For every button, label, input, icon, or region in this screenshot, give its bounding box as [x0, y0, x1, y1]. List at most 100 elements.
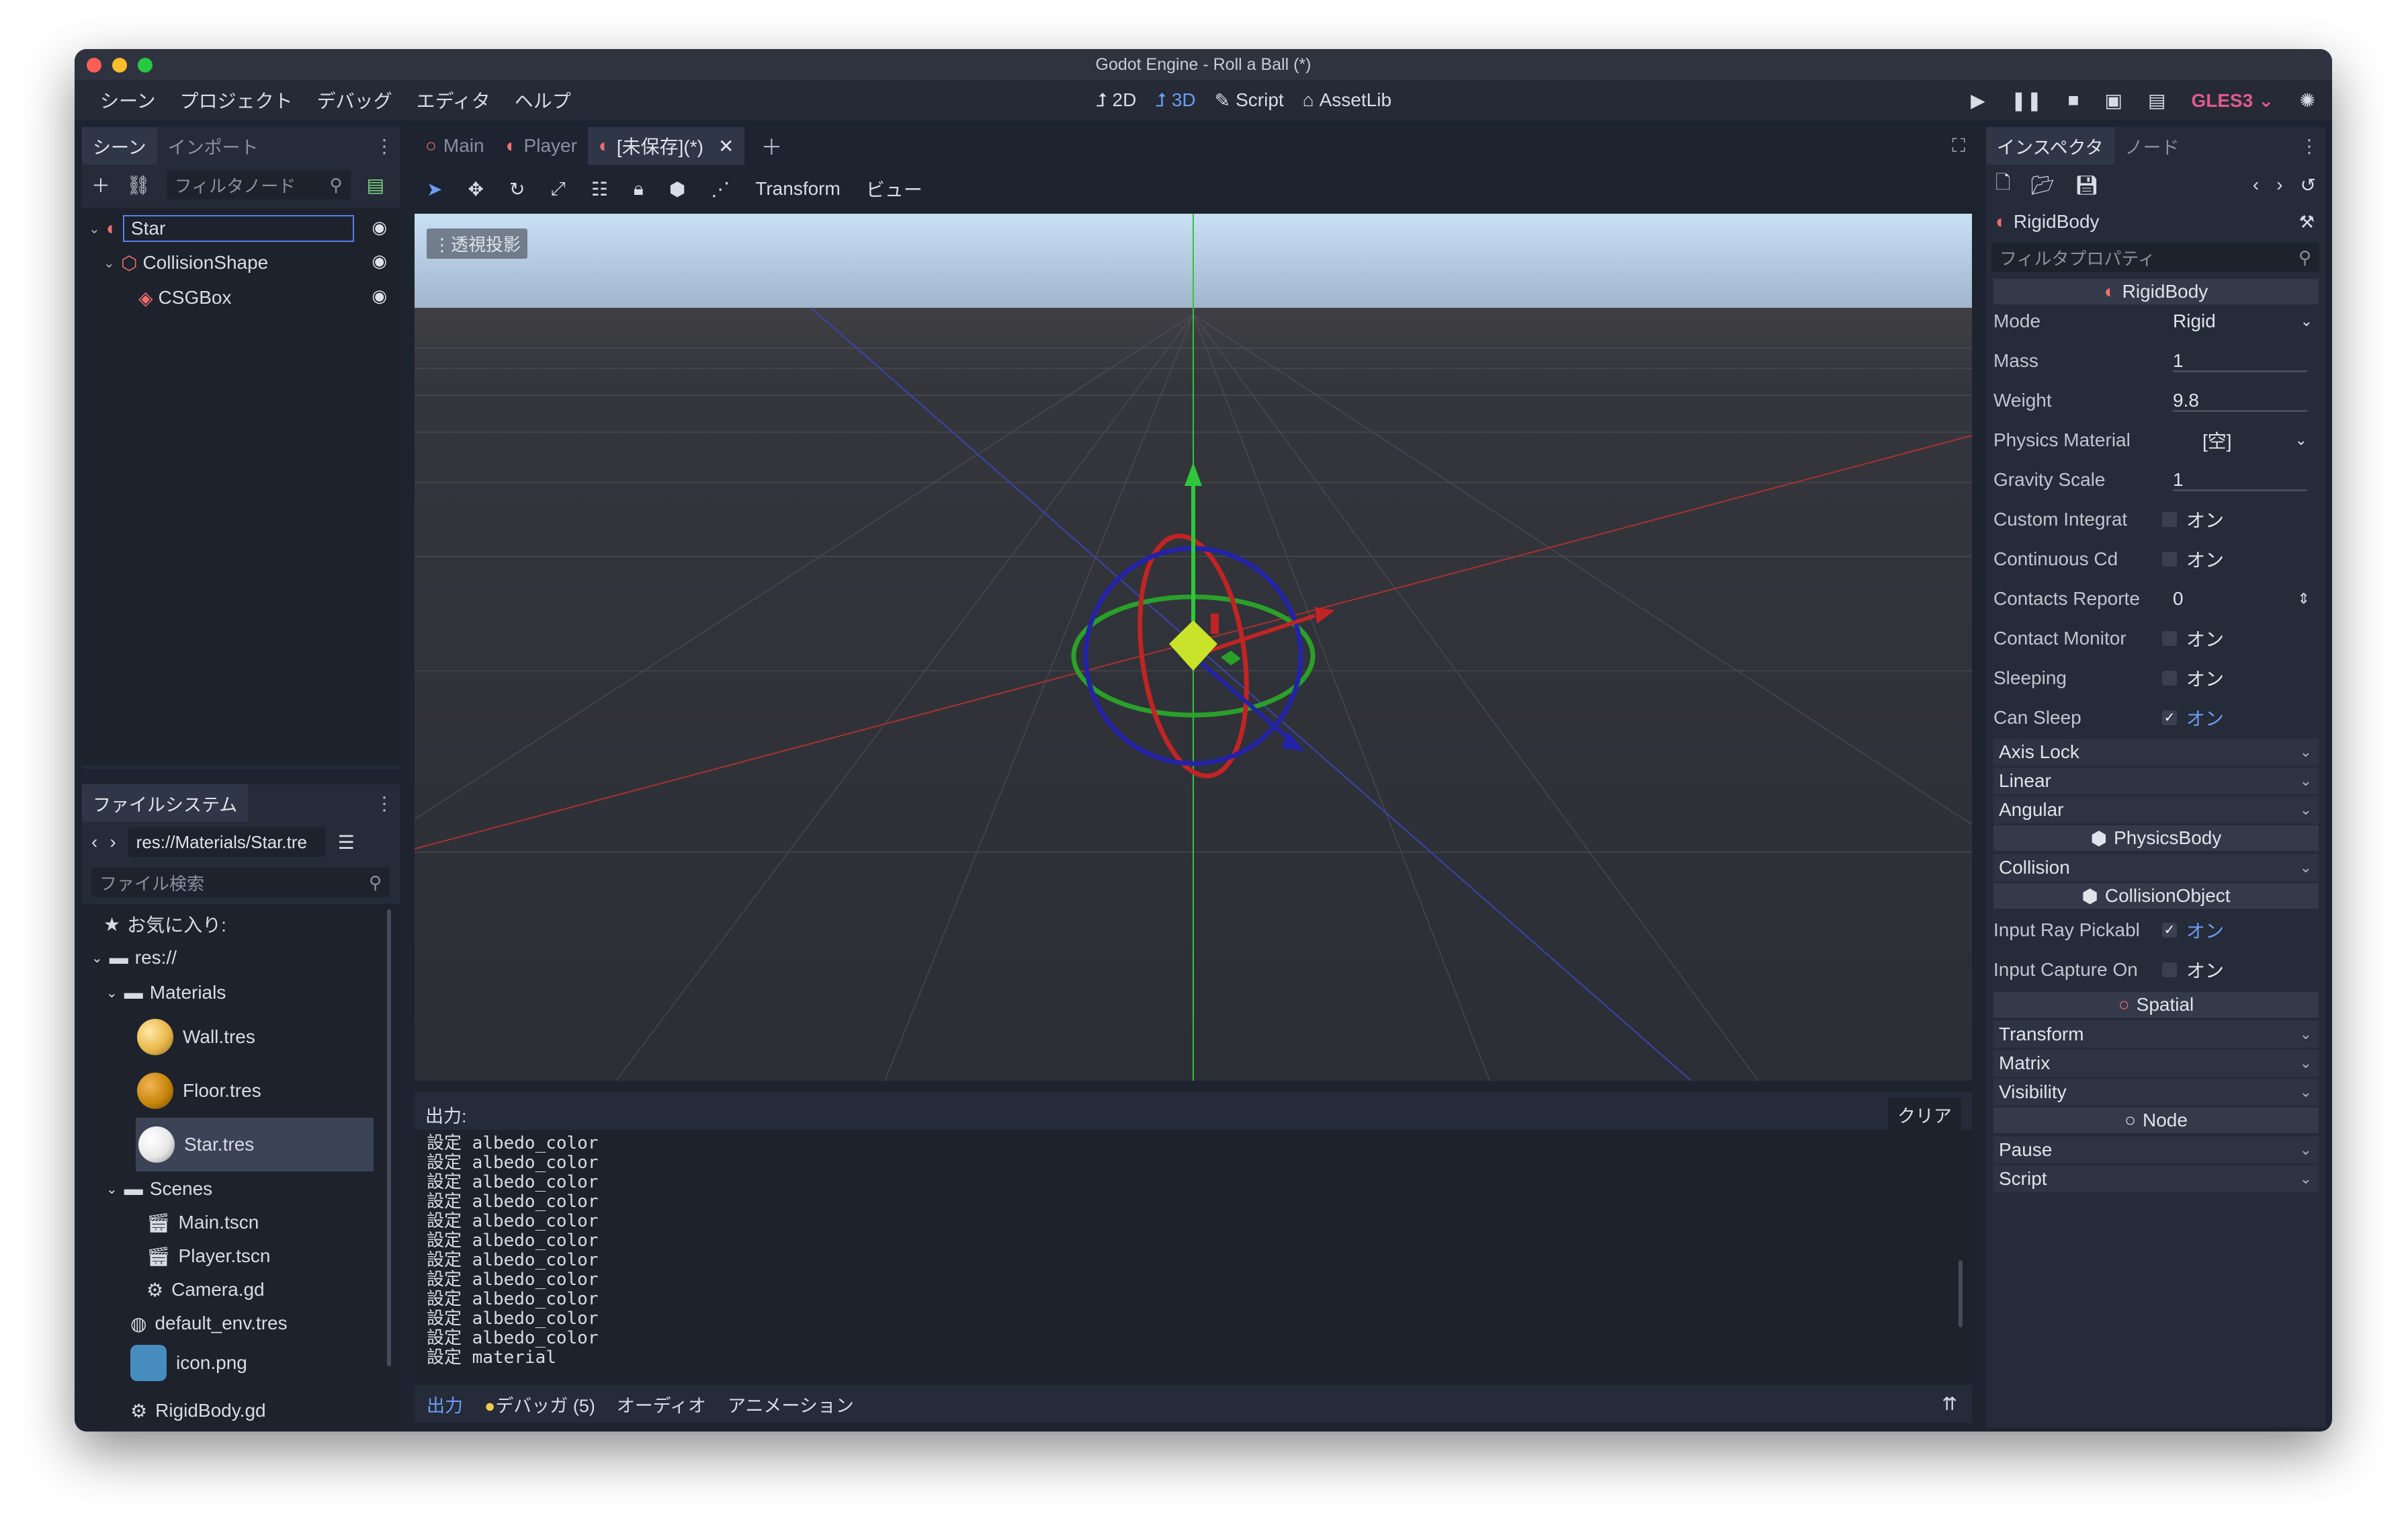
favorites-item[interactable]: ★ お気に入り:: [103, 911, 226, 938]
tab-unsaved-scene[interactable]: ◐ [未保存](*) ✕: [587, 127, 745, 165]
play-custom-scene-icon[interactable]: ▤: [2148, 89, 2165, 112]
history-back-icon[interactable]: ‹: [2253, 174, 2259, 196]
mode-assetlib-button[interactable]: ⌂ AssetLib: [1303, 89, 1391, 111]
tab-scene[interactable]: シーン: [82, 127, 157, 165]
list-select-icon[interactable]: ☷: [591, 178, 608, 200]
lock-icon[interactable]: 🔒︎: [634, 178, 644, 200]
input-capture-checkbox[interactable]: オン: [2162, 954, 2318, 985]
tab-player-scene[interactable]: ◐ Player: [495, 127, 588, 165]
tab-inspector[interactable]: インスペクタ: [1986, 127, 2114, 165]
link-icon[interactable]: ⛓: [126, 174, 150, 196]
3d-viewport[interactable]: ⋮透視投影: [415, 214, 1972, 1081]
group-script[interactable]: Script ⌄: [1993, 1165, 2319, 1192]
folder-scenes[interactable]: ⌄ ▬ Scenes: [106, 1175, 212, 1202]
menu-help[interactable]: ヘルプ: [503, 87, 583, 114]
file-item-camera[interactable]: ⚙ Camera.gd: [146, 1276, 265, 1303]
play-icon[interactable]: ▶: [1971, 89, 1985, 112]
section-physicsbody[interactable]: ⬢ PhysicsBody: [1993, 825, 2319, 851]
history-forward-icon[interactable]: ›: [2276, 174, 2282, 196]
expand-panel-icon[interactable]: ⇈: [1942, 1394, 1957, 1415]
dock-menu-icon[interactable]: ⋮: [2300, 135, 2319, 157]
scale-tool-icon[interactable]: ⤢: [550, 178, 565, 200]
list-view-icon[interactable]: ☰: [338, 831, 355, 854]
move-tool-icon[interactable]: ✥: [468, 178, 483, 200]
snap-icon[interactable]: ⋰: [711, 178, 730, 200]
section-collisionobject[interactable]: ⬢ CollisionObject: [1993, 883, 2319, 909]
mode-select[interactable]: Rigid ⌄: [2162, 306, 2318, 337]
contacts-reported-spinbox[interactable]: 0 ⇕: [2162, 583, 2318, 614]
mode-script-button[interactable]: ✎ Script: [1215, 89, 1284, 112]
physics-material-picker[interactable]: [空] ⌄: [2162, 425, 2318, 456]
tab-node[interactable]: ノード: [2114, 127, 2190, 165]
section-node[interactable]: ○ Node: [1993, 1108, 2319, 1133]
history-icon[interactable]: ↺: [2300, 174, 2316, 196]
mode-3d-button[interactable]: ⮥ 3D: [1155, 89, 1195, 112]
rotate-tool-icon[interactable]: ↻: [509, 178, 525, 200]
transform-menu[interactable]: Transform: [755, 178, 841, 200]
clear-output-button[interactable]: クリア: [1888, 1098, 1961, 1132]
add-scene-tab-icon[interactable]: ＋: [761, 130, 782, 161]
group-matrix[interactable]: Matrix ⌄: [1993, 1050, 2319, 1077]
visibility-eye-icon[interactable]: ◉: [372, 251, 387, 272]
group-transform[interactable]: Transform ⌄: [1993, 1021, 2319, 1048]
file-item-main[interactable]: 🎬︎ Main.tscn: [146, 1209, 259, 1236]
select-tool-icon[interactable]: ➤: [427, 178, 442, 200]
tab-audio[interactable]: オーディオ: [617, 1391, 706, 1417]
object-tools-icon[interactable]: ⚒: [2299, 212, 2315, 233]
back-icon[interactable]: ‹: [91, 831, 97, 853]
scrollbar[interactable]: [1959, 1260, 1963, 1327]
pause-icon[interactable]: ❚❚: [2011, 89, 2042, 112]
gravity-scale-slider[interactable]: 1: [2162, 464, 2318, 495]
group-linear[interactable]: Linear ⌄: [1993, 768, 2319, 794]
close-window-button[interactable]: [87, 58, 101, 73]
tree-item-star[interactable]: ⌄ ◐ Star: [89, 214, 354, 243]
maximize-window-button[interactable]: [138, 58, 153, 73]
open-resource-icon[interactable]: 📂︎: [2031, 174, 2055, 196]
path-field[interactable]: res://Materials/Star.tre: [128, 827, 326, 857]
file-item-env[interactable]: ◍ default_env.tres: [130, 1310, 288, 1337]
save-resource-icon[interactable]: 💾︎: [2075, 174, 2099, 196]
folder-materials[interactable]: ⌄ ▬ Materials: [106, 979, 226, 1006]
renderer-select[interactable]: GLES3 ⌄: [2191, 89, 2274, 112]
file-item-floor[interactable]: Floor.tres: [137, 1065, 261, 1116]
new-resource-icon[interactable]: 🗋︎: [1995, 169, 2011, 201]
tab-debugger[interactable]: ●デバッガ (5): [484, 1391, 595, 1417]
continuous-cd-checkbox[interactable]: オン: [2162, 544, 2318, 575]
dock-menu-icon[interactable]: ⋮: [375, 792, 394, 815]
menu-scene[interactable]: シーン: [88, 87, 168, 114]
minimize-window-button[interactable]: [112, 58, 127, 73]
close-icon[interactable]: ✕: [718, 135, 734, 157]
visibility-eye-icon[interactable]: ◉: [372, 286, 387, 306]
custom-integrator-checkbox[interactable]: オン: [2162, 504, 2318, 535]
menu-editor[interactable]: エディタ: [404, 87, 503, 114]
perspective-menu[interactable]: ⋮透視投影: [427, 229, 528, 259]
contact-monitor-checkbox[interactable]: オン: [2162, 623, 2318, 654]
scrollbar[interactable]: [387, 909, 391, 1366]
input-ray-pickable-checkbox[interactable]: ✓ オン: [2162, 915, 2318, 946]
group-pause[interactable]: Pause ⌄: [1993, 1136, 2319, 1163]
tab-main-scene[interactable]: ○ Main: [415, 127, 495, 165]
filter-properties-input[interactable]: フィルタプロパティ ⚲: [1991, 243, 2319, 272]
filter-nodes-input[interactable]: フィルタノード ⚲: [166, 170, 351, 200]
menu-project[interactable]: プロジェクト: [168, 87, 305, 114]
fullscreen-icon[interactable]: ⛶: [1952, 135, 1965, 157]
can-sleep-checkbox[interactable]: ✓ オン: [2162, 702, 2318, 733]
file-item-wall[interactable]: Wall.tres: [137, 1011, 255, 1063]
visibility-eye-icon[interactable]: ◉: [372, 217, 387, 238]
tab-filesystem[interactable]: ファイルシステム: [82, 784, 249, 822]
play-scene-icon[interactable]: ▣: [2105, 89, 2122, 112]
tab-animation[interactable]: アニメーション: [728, 1391, 854, 1417]
group-collision[interactable]: Collision ⌄: [1993, 854, 2319, 881]
stop-icon[interactable]: ■: [2068, 89, 2079, 111]
add-node-icon[interactable]: ＋: [91, 171, 110, 198]
tree-item-csgbox[interactable]: ◈ CSGBox: [133, 284, 231, 311]
tree-item-collisionshape[interactable]: ⌄ ⬡ CollisionShape: [103, 249, 268, 276]
script-attach-icon[interactable]: ▤: [367, 174, 384, 196]
sleeping-checkbox[interactable]: オン: [2162, 663, 2318, 694]
tab-output[interactable]: 出力: [427, 1391, 463, 1417]
view-menu[interactable]: ビュー: [866, 175, 922, 202]
group-visibility[interactable]: Visibility ⌄: [1993, 1079, 2319, 1106]
forward-icon[interactable]: ›: [110, 831, 116, 853]
file-item-rigidbody[interactable]: ⚙ RigidBody.gd: [130, 1397, 266, 1424]
weight-slider[interactable]: 9.8: [2162, 385, 2318, 416]
